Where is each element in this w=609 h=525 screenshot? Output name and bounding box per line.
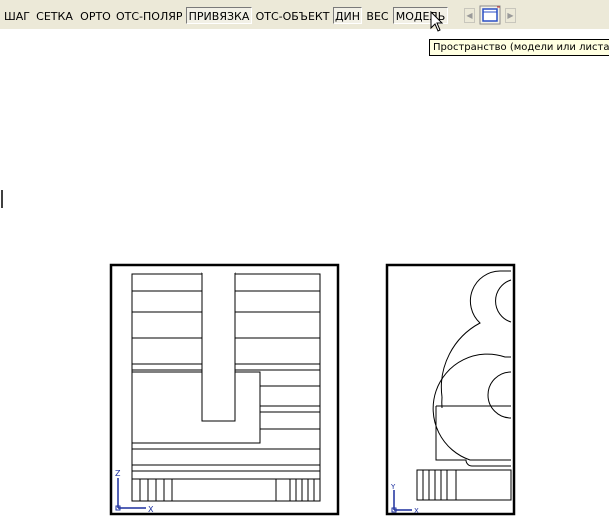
viewport-layout-icon[interactable] [478,5,502,25]
polar-tracking-toggle-button[interactable]: ОТС-ПОЛЯР [115,7,183,24]
dynamic-input-toggle-button[interactable]: ДИН [333,7,362,24]
ucs-y-axis-label: Z [115,469,121,478]
viewport-side[interactable]: Y X [385,263,516,516]
ucs-x-axis-label: X [414,507,419,515]
grid-toggle-button[interactable]: СЕТКА [33,7,76,24]
ucs-x-axis-label: X [148,505,154,514]
snap-toggle-button[interactable]: ШАГ [3,7,31,24]
viewport-front[interactable]: Z X [109,263,340,516]
arrow-right-icon[interactable]: ▶ [505,8,516,23]
object-snap-tracking-toggle-button[interactable]: ОТС-ОБЪЕКТ [254,7,331,24]
viewport-frame [385,263,516,516]
object-snap-toggle-button[interactable]: ПРИВЯЗКА [186,7,252,24]
ortho-toggle-button[interactable]: ОРТО [78,7,113,24]
ucs-y-axis-label: Y [390,483,396,491]
status-bar: ШАГ СЕТКА ОРТО ОТС-ПОЛЯР ПРИВЯЗКА ОТС-ОБ… [0,0,609,29]
arrow-left-icon[interactable]: ◀ [464,8,475,23]
drawing-canvas[interactable]: Z X Y X [0,29,609,525]
lineweight-toggle-button[interactable]: ВЕС [364,7,391,24]
